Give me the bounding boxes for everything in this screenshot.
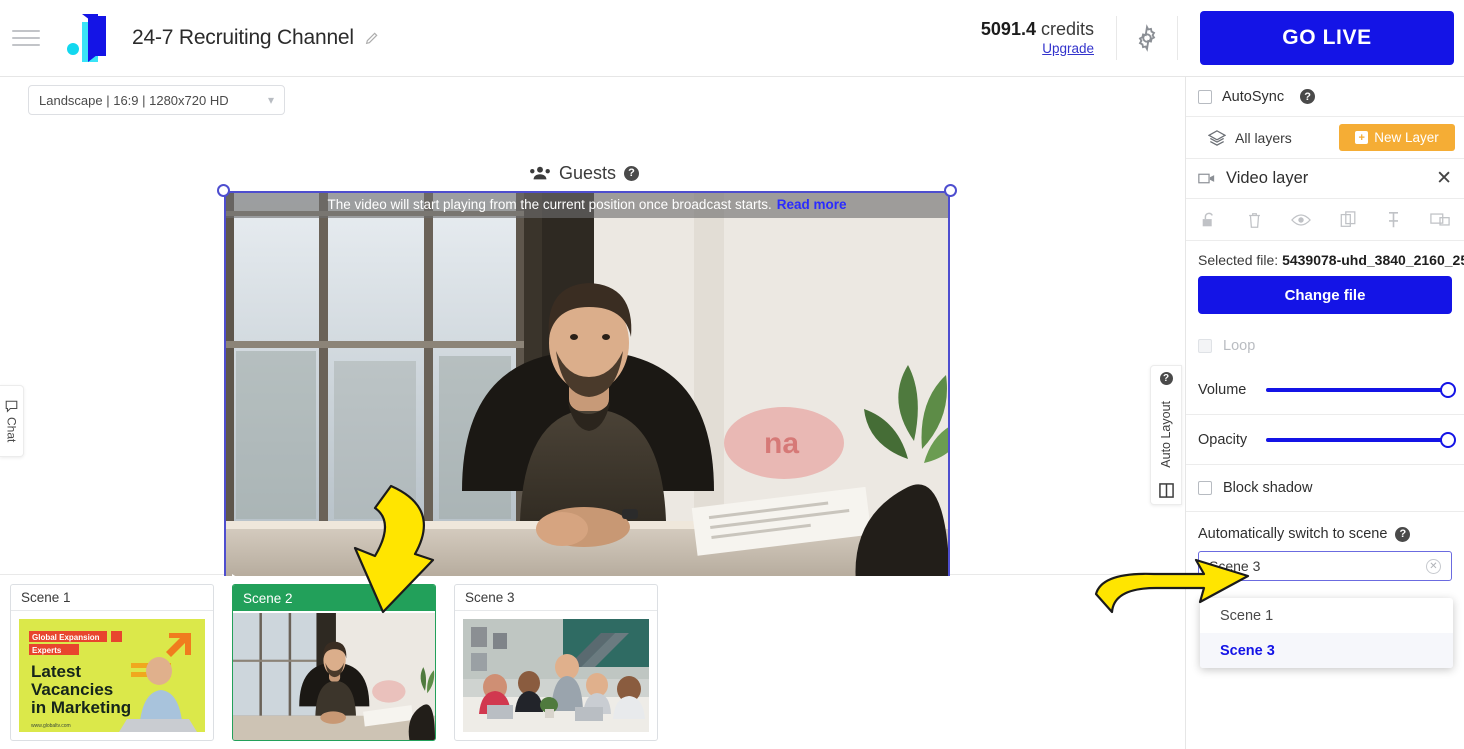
scene-label: Scene 3: [455, 585, 657, 611]
layout-grid-icon: [1158, 483, 1174, 498]
dropdown-option-scene-3[interactable]: Scene 3: [1200, 633, 1453, 668]
help-icon[interactable]: ?: [1300, 89, 1316, 104]
selection-frame: [224, 191, 950, 599]
selected-file-name: 5439078-uhd_3840_2160_25: [1282, 252, 1464, 268]
resize-handle-top-right[interactable]: [944, 184, 957, 197]
autosync-checkbox[interactable]: [1198, 89, 1212, 104]
help-icon[interactable]: ?: [1159, 372, 1173, 385]
svg-text:in Marketing: in Marketing: [31, 698, 131, 717]
resize-handle-top-left[interactable]: [217, 184, 230, 197]
volume-label: Volume: [1198, 381, 1247, 398]
video-canvas[interactable]: na The video will start playing from the…: [217, 184, 957, 606]
change-file-button[interactable]: Change file: [1198, 276, 1452, 314]
scene-thumbnail: [463, 619, 649, 732]
guests-label: Guests: [559, 162, 617, 183]
fit-screen-icon[interactable]: [1430, 211, 1450, 228]
layer-toolbar: [1186, 199, 1464, 241]
block-shadow-checkbox[interactable]: [1198, 481, 1212, 495]
autosync-row: AutoSync ?: [1186, 77, 1464, 117]
block-shadow-label: Block shadow: [1223, 480, 1313, 496]
credits-block: 5091.4 credits Upgrade: [981, 19, 1116, 58]
auto-layout-tab[interactable]: ? Auto Layout: [1150, 365, 1182, 505]
go-live-button[interactable]: GO LIVE: [1200, 11, 1454, 65]
scene-label: Scene 2: [233, 585, 435, 611]
loop-row: Loop: [1186, 327, 1464, 365]
auto-layout-label: Auto Layout: [1159, 400, 1173, 468]
stage-area: Landscape | 16:9 | 1280x720 HD ▾ Guests …: [0, 77, 1185, 645]
autosync-label: AutoSync: [1222, 88, 1285, 105]
layer-header: Video layer ✕: [1186, 159, 1464, 199]
scene-thumbnail: [233, 613, 435, 740]
new-layer-button[interactable]: + New Layer: [1339, 124, 1455, 151]
svg-text:Experts: Experts: [32, 646, 62, 655]
chat-tab-label: Chat: [4, 416, 19, 443]
gear-icon[interactable]: [1117, 24, 1177, 52]
layer-title: Video layer: [1226, 169, 1309, 187]
credits-amount: 5091.4 credits: [980, 18, 1094, 39]
copy-icon[interactable]: [1340, 210, 1357, 229]
svg-text:www.globaltv.com: www.globaltv.com: [31, 723, 71, 729]
plus-square-icon: +: [1355, 131, 1369, 144]
all-layers-button[interactable]: All layers: [1198, 130, 1292, 146]
chevron-down-icon: ▾: [267, 93, 274, 107]
chat-tab[interactable]: Chat: [0, 385, 24, 457]
pencil-icon[interactable]: [364, 30, 380, 46]
scene-card-1[interactable]: Scene 1 Global Expansion Experts Latest …: [10, 584, 214, 741]
loop-label: Loop: [1223, 338, 1256, 354]
guests-tab[interactable]: Guests ?: [529, 159, 640, 187]
unlock-icon[interactable]: [1200, 211, 1218, 229]
svg-text:Vacancies: Vacancies: [31, 680, 113, 699]
dropdown-option-scene-1[interactable]: Scene 1: [1200, 598, 1453, 633]
scenes-strip: Scene 1 Global Expansion Experts Latest …: [0, 576, 1185, 749]
top-bar: 24-7 Recruiting Channel 5091.4 credits U…: [0, 0, 1464, 77]
close-icon[interactable]: ✕: [1436, 169, 1452, 188]
divider: [1177, 16, 1178, 60]
volume-row: Volume: [1186, 365, 1464, 415]
app-root: 24-7 Recruiting Channel 5091.4 credits U…: [0, 0, 1464, 749]
loop-checkbox[interactable]: [1198, 339, 1212, 353]
hamburger-icon[interactable]: [12, 23, 42, 53]
scene-thumbnail: Global Expansion Experts Latest Vacancie…: [19, 619, 205, 732]
opacity-label: Opacity: [1198, 431, 1248, 448]
auto-switch-select[interactable]: Scene 3 ✕: [1198, 551, 1452, 581]
volume-slider[interactable]: [1266, 381, 1456, 398]
pin-icon[interactable]: [1385, 211, 1402, 229]
scene-card-3[interactable]: Scene 3: [454, 584, 658, 741]
opacity-slider[interactable]: [1266, 431, 1456, 448]
svg-text:Latest: Latest: [31, 662, 81, 681]
upgrade-link[interactable]: Upgrade: [1042, 41, 1094, 56]
auto-switch-label: Automatically switch to scene: [1198, 526, 1388, 542]
video-camera-icon: [1198, 173, 1215, 184]
scene-label: Scene 1: [11, 585, 213, 611]
svg-text:Global Expansion: Global Expansion: [32, 633, 100, 642]
chat-bubble-icon: [5, 400, 18, 413]
format-select[interactable]: Landscape | 16:9 | 1280x720 HD ▾: [28, 85, 285, 115]
clear-circle-icon[interactable]: ✕: [1426, 558, 1441, 574]
people-icon: [530, 166, 550, 180]
volume-slider-handle[interactable]: [1440, 381, 1456, 398]
format-select-label: Landscape | 16:9 | 1280x720 HD: [39, 92, 229, 108]
help-icon[interactable]: ?: [624, 165, 640, 181]
selected-file-label: Selected file:: [1198, 252, 1279, 268]
help-icon[interactable]: ?: [1395, 526, 1411, 542]
auto-switch-dropdown[interactable]: Scene 1 Scene 3: [1200, 598, 1453, 668]
layers-row: All layers + New Layer: [1186, 117, 1464, 159]
opacity-slider-handle[interactable]: [1440, 431, 1456, 448]
all-layers-label: All layers: [1235, 129, 1292, 146]
opacity-row: Opacity: [1186, 415, 1464, 465]
trash-icon[interactable]: [1246, 211, 1263, 229]
eye-icon[interactable]: [1291, 213, 1312, 227]
layers-icon: [1208, 129, 1226, 146]
block-shadow-row: Block shadow: [1186, 465, 1464, 512]
selected-file-row: Selected file: 5439078-uhd_3840_2160_25: [1186, 241, 1464, 276]
scene-card-2[interactable]: Scene 2: [232, 584, 436, 741]
auto-switch-value: Scene 3: [1209, 558, 1261, 574]
brand-logo: [66, 14, 118, 62]
new-layer-label: New Layer: [1374, 130, 1439, 145]
page-title: 24-7 Recruiting Channel: [132, 26, 354, 49]
auto-switch-section: Automatically switch to scene ? Scene 3 …: [1186, 512, 1464, 581]
